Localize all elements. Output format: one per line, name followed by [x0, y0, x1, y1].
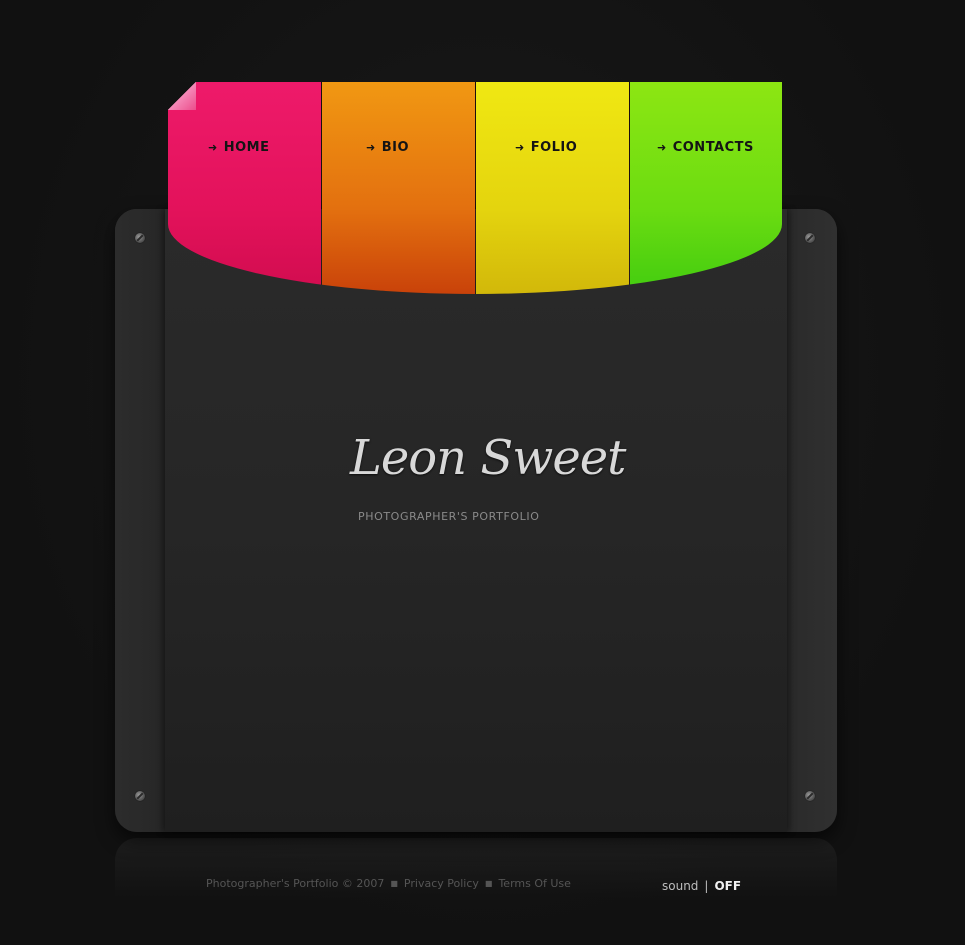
separator-icon: ■	[390, 879, 398, 888]
arrow-right-icon: ➜	[366, 141, 376, 154]
sound-off-button[interactable]: OFF	[714, 879, 741, 893]
page-background: ➜ HOME ➜ BIO ➜ FOLIO ➜ CONTACTS Leon Swe…	[0, 0, 965, 945]
nav-tab-folio[interactable]: ➜ FOLIO	[476, 82, 629, 294]
panel-right-edge	[785, 209, 837, 832]
sound-divider: |	[704, 879, 709, 893]
arrow-right-icon: ➜	[515, 141, 525, 154]
terms-of-use-link[interactable]: Terms Of Use	[498, 877, 570, 890]
arrow-right-icon: ➜	[657, 141, 667, 154]
sound-toggle[interactable]: sound | OFF	[662, 879, 741, 893]
site-logo: Leon Sweet PHOTOGRAPHER'S PORTFOLIO	[350, 430, 626, 530]
nav-item-bio[interactable]: ➜ BIO	[366, 140, 409, 155]
footer: Photographer's Portfolio © 2007 ■ Privac…	[206, 877, 571, 890]
nav-tab-bio[interactable]: ➜ BIO	[322, 82, 475, 294]
nav-item-label: FOLIO	[530, 140, 578, 155]
nav-item-label: CONTACTS	[672, 140, 754, 155]
nav-tab-contacts[interactable]: ➜ CONTACTS	[630, 82, 782, 294]
screw-icon	[135, 233, 145, 243]
page-curl-icon	[168, 82, 196, 110]
screw-icon	[135, 791, 145, 801]
screw-icon	[805, 233, 815, 243]
sound-label: sound	[662, 879, 699, 893]
screw-icon	[805, 791, 815, 801]
main-navigation: ➜ HOME ➜ BIO ➜ FOLIO ➜ CONTACTS	[168, 82, 782, 294]
nav-item-contacts[interactable]: ➜ CONTACTS	[657, 140, 754, 155]
nav-item-label: BIO	[381, 140, 410, 155]
logo-subtitle: PHOTOGRAPHER'S PORTFOLIO	[358, 510, 540, 523]
nav-tabs: ➜ HOME ➜ BIO ➜ FOLIO ➜ CONTACTS	[168, 82, 782, 294]
panel-left-edge	[115, 209, 167, 832]
separator-icon: ■	[484, 879, 493, 888]
nav-item-folio[interactable]: ➜ FOLIO	[515, 140, 577, 155]
nav-item-label: HOME	[223, 140, 270, 155]
logo-name: Leon Sweet	[350, 430, 626, 486]
nav-tab-home[interactable]: ➜ HOME	[168, 82, 321, 294]
arrow-right-icon: ➜	[208, 141, 218, 154]
nav-item-home[interactable]: ➜ HOME	[208, 140, 269, 155]
copyright-text: Photographer's Portfolio © 2007	[206, 877, 385, 890]
privacy-policy-link[interactable]: Privacy Policy	[404, 877, 479, 890]
